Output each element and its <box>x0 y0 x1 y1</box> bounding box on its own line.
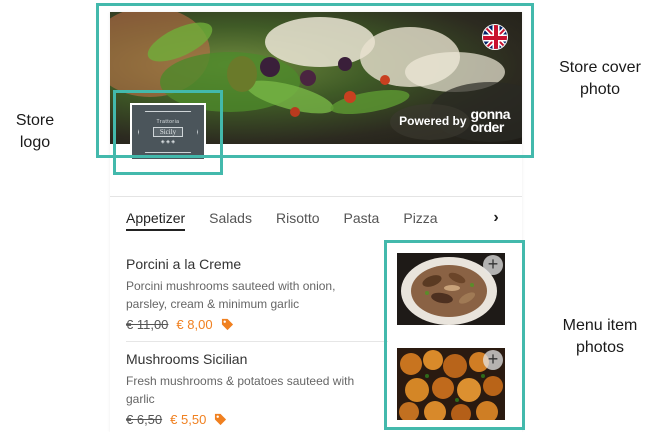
menu-item-new-price: € 5,50 <box>170 412 207 427</box>
callout-photos-frame <box>384 240 525 430</box>
menu-item-new-price: € 8,00 <box>176 317 213 332</box>
tab-salads[interactable]: Salads <box>209 209 252 231</box>
annotation-store-cover: Store cover photo <box>559 59 641 98</box>
tab-risotto[interactable]: Risotto <box>276 209 320 231</box>
callout-logo-frame <box>113 90 223 175</box>
tab-pasta[interactable]: Pasta <box>344 209 380 231</box>
annotation-menu-photos: Menu item photos <box>562 317 638 356</box>
tab-pizza[interactable]: Pizza <box>403 209 437 231</box>
tabs-divider <box>110 196 522 197</box>
menu-item-old-price: € 11,00 <box>126 317 169 332</box>
category-tabs: Appetizer Salads Risotto Pasta Pizza <box>126 209 522 231</box>
annotation-store-logo: Store logo <box>15 112 55 151</box>
discount-tag-icon <box>215 413 227 426</box>
menu-item-description: Porcini mushrooms sauteed with onion, pa… <box>126 279 336 311</box>
discount-tag-icon <box>221 318 233 331</box>
chevron-right-icon[interactable]: › <box>488 209 504 227</box>
item-divider <box>126 341 388 342</box>
menu-item-old-price: € 6,50 <box>126 412 163 427</box>
tab-appetizer[interactable]: Appetizer <box>126 209 186 231</box>
menu-item-description: Fresh mushrooms & potatoes sauteed with … <box>126 374 355 406</box>
